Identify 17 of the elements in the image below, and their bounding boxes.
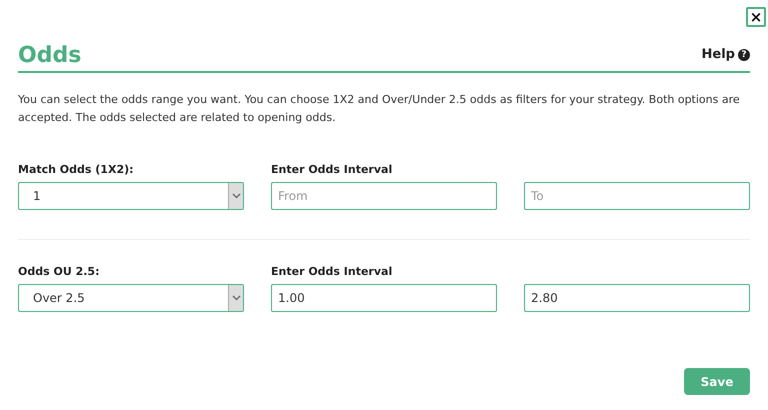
odds-dropdown[interactable]: 1: [18, 182, 244, 210]
chevron-down-icon[interactable]: [228, 285, 243, 311]
help-link[interactable]: Help: [702, 47, 735, 62]
chevron-down-icon[interactable]: [228, 183, 243, 209]
field-label: Odds OU 2.5:: [18, 265, 100, 279]
description-text: You can select the odds range you want. You can choose 1X2 and Over/Under 2.5 odds as filters for your strategy. Both options are accepted. The odds selected are related to opening odds.: [18, 92, 741, 126]
dialog-title: Odds: [18, 43, 82, 68]
to-input-field[interactable]: To: [524, 182, 750, 210]
odds-dropdown[interactable]: Over 2.5: [18, 284, 244, 312]
field-label: Enter Odds Interval: [271, 265, 394, 279]
field-label: Match Odds (1X2):: [18, 163, 135, 177]
close-button[interactable]: ×: [746, 7, 766, 27]
to-input-field[interactable]: 2.80: [524, 284, 750, 312]
help-icon[interactable]: ?: [738, 48, 750, 60]
from-input-field[interactable]: From: [271, 182, 497, 210]
from-input-field[interactable]: 1.00: [271, 284, 497, 312]
field-label: Enter Odds Interval: [271, 163, 394, 177]
